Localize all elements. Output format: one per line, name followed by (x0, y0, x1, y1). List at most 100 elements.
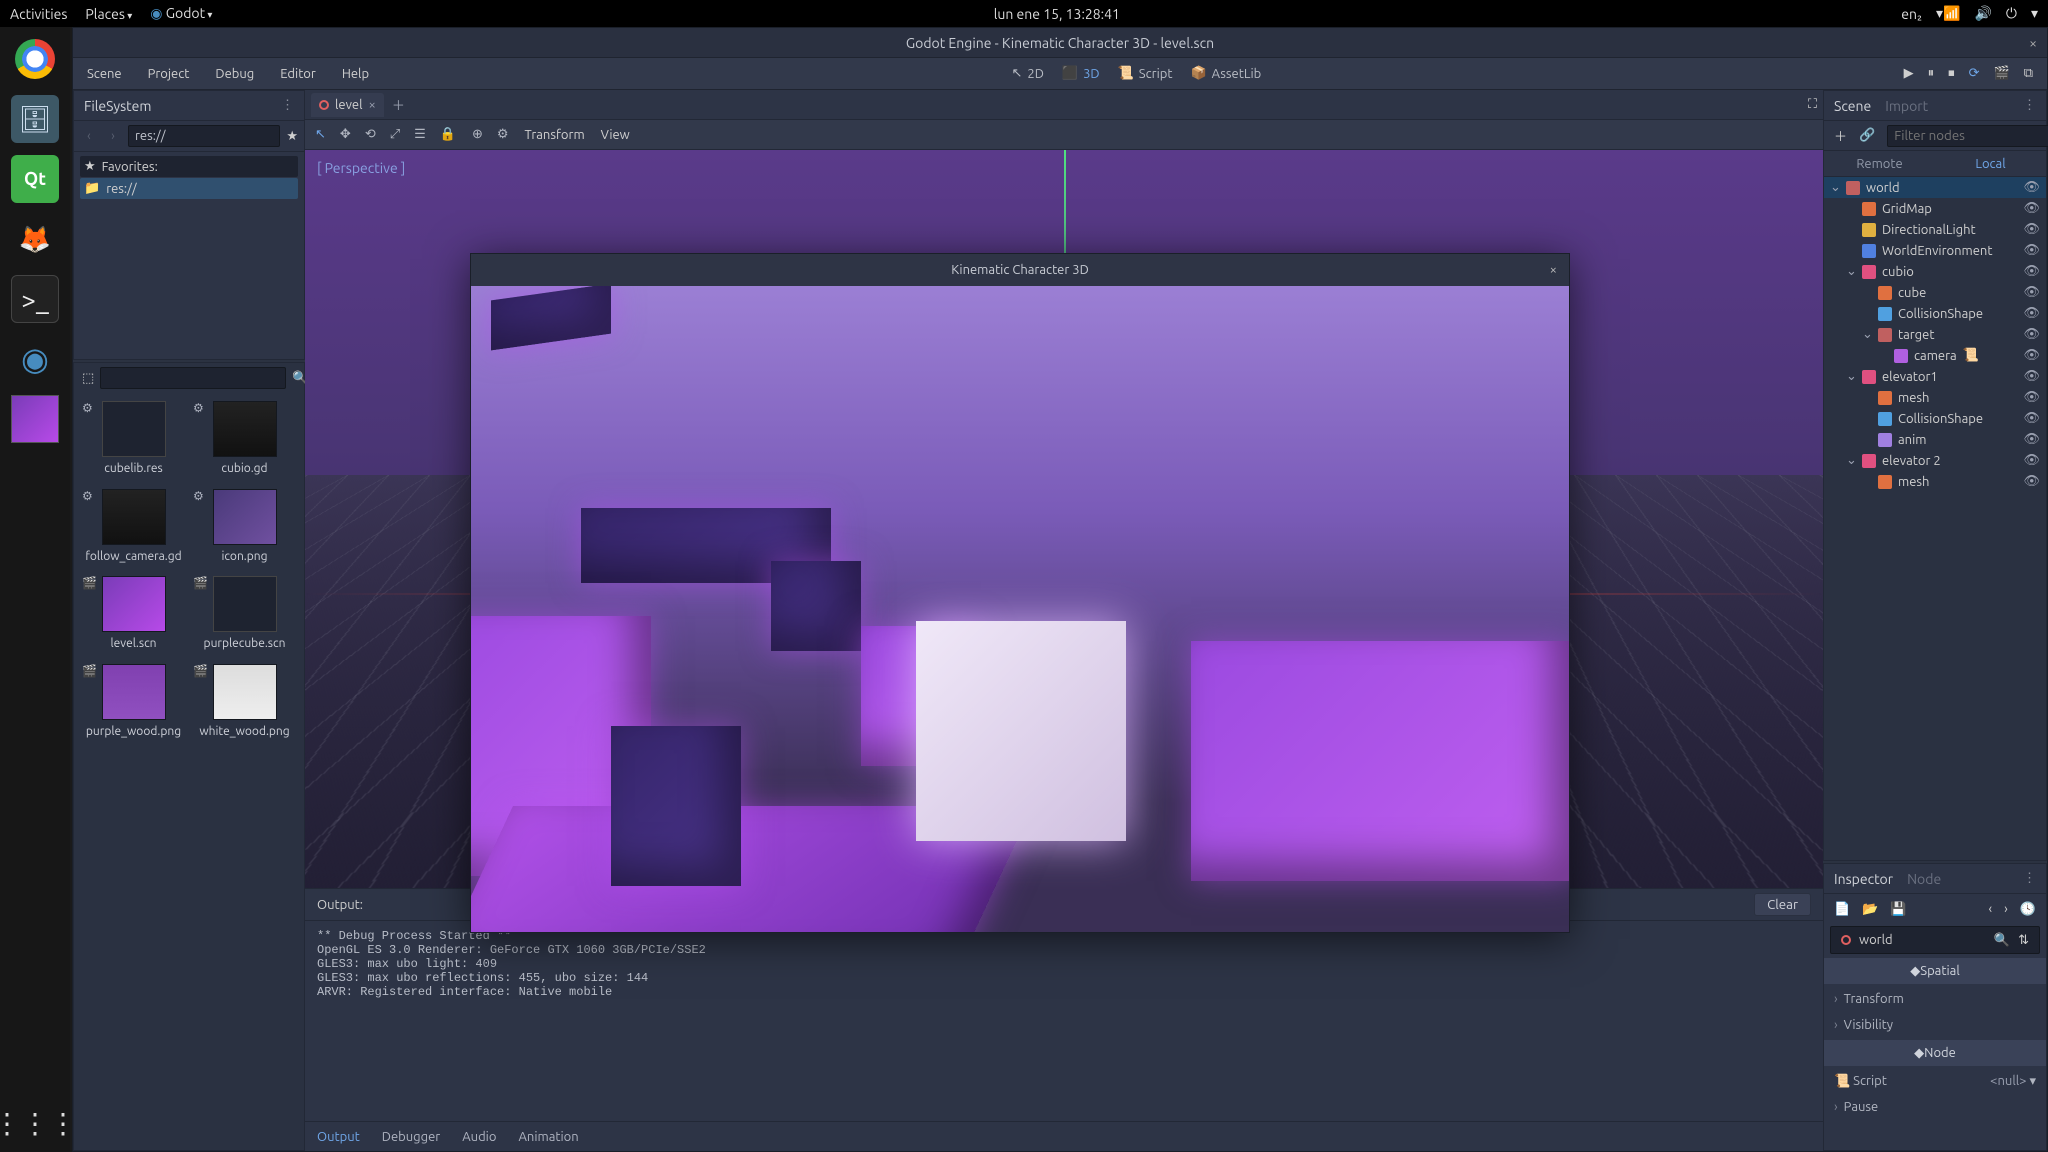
filter-nodes-input[interactable] (1887, 125, 2048, 147)
insp-props[interactable]: ⇅ (2018, 933, 2029, 948)
tree-node[interactable]: DirectionalLight👁 (1824, 219, 2046, 240)
pause-button[interactable]: ⏸ (1928, 66, 1935, 81)
game-preview-window[interactable]: Kinematic Character 3D × (470, 253, 1570, 933)
view-menu[interactable]: View (601, 128, 630, 142)
move-tool[interactable]: ✥ (340, 127, 351, 142)
lang-indicator[interactable]: en₂ (1901, 6, 1922, 22)
stop-button[interactable]: ⏹ (1948, 66, 1955, 81)
prop-pause[interactable]: ›Pause (1824, 1094, 2046, 1120)
prop-script[interactable]: 📜 Script<null> ▾ (1824, 1068, 2046, 1094)
fs-forward-button[interactable]: › (104, 129, 122, 143)
scene-tab-level[interactable]: level × (311, 93, 384, 117)
power-icon[interactable]: ⏻ (2006, 5, 2017, 22)
tree-node[interactable]: WorldEnvironment👁 (1824, 240, 2046, 261)
qt-launcher[interactable]: Qt (11, 155, 59, 203)
file-item[interactable]: ⚙icon.png (193, 489, 296, 565)
transform-menu[interactable]: Transform (525, 128, 585, 142)
import-dock-tab[interactable]: Import (1885, 98, 1928, 114)
tree-node[interactable]: ⌄world👁 (1824, 177, 2046, 198)
instance-button[interactable]: 🔗 (1859, 128, 1875, 143)
game-window-close[interactable]: × (1550, 263, 1557, 277)
game-viewport[interactable] (471, 286, 1569, 932)
insp-load-icon[interactable]: 📂 (1862, 902, 1878, 917)
menu-editor[interactable]: Editor (280, 67, 316, 81)
local-tab[interactable]: Local (1935, 157, 2046, 171)
file-item[interactable]: 🎬white_wood.png (193, 664, 296, 740)
snap-tool[interactable]: ⊕ (472, 127, 483, 142)
menu-scene[interactable]: Scene (87, 67, 122, 81)
distraction-free-button[interactable]: ⛶ (1808, 97, 1817, 112)
menu-debug[interactable]: Debug (215, 67, 254, 81)
lock-tool[interactable]: 🔒 (440, 127, 456, 142)
play-custom-button[interactable]: 🎬 (1994, 66, 2010, 81)
scene-tab-close[interactable]: × (368, 98, 375, 112)
file-item[interactable]: ⚙cubio.gd (193, 401, 296, 477)
files-launcher[interactable]: 🗄 (11, 95, 59, 143)
clock[interactable]: lun ene 15, 13:28:41 (212, 6, 1901, 22)
render-button[interactable]: ⧉ (2024, 66, 2033, 81)
tree-node[interactable]: CollisionShape👁 (1824, 408, 2046, 429)
file-item[interactable]: ⚙follow_camera.gd (82, 489, 185, 565)
fs-favorite-button[interactable]: ★ (286, 129, 298, 144)
workspace-script[interactable]: 📜 Script (1118, 66, 1173, 81)
clear-output-button[interactable]: Clear (1754, 893, 1811, 916)
new-scene-tab[interactable]: ＋ (392, 95, 405, 114)
tree-node[interactable]: mesh👁 (1824, 387, 2046, 408)
select-tool[interactable]: ↖ (315, 127, 326, 142)
inspector-menu[interactable]: ⋮ (2023, 871, 2036, 886)
tree-node[interactable]: CollisionShape👁 (1824, 303, 2046, 324)
tab-debugger[interactable]: Debugger (382, 1130, 440, 1144)
prop-transform[interactable]: ›Transform (1824, 986, 2046, 1012)
insp-new-icon[interactable]: 📄 (1834, 902, 1850, 917)
menu-help[interactable]: Help (342, 67, 369, 81)
menu-project[interactable]: Project (148, 67, 190, 81)
file-item[interactable]: 🎬purple_wood.png (82, 664, 185, 740)
insp-save-icon[interactable]: 💾 (1890, 902, 1906, 917)
tree-node[interactable]: ⌄cubio👁 (1824, 261, 2046, 282)
node-tab[interactable]: Node (1907, 871, 1941, 887)
network-icon[interactable]: ▾📶 (1936, 5, 1960, 22)
remote-tab[interactable]: Remote (1824, 157, 1935, 171)
app-menu[interactable]: ◉ Godot (150, 5, 212, 22)
rotate-tool[interactable]: ⟲ (365, 127, 376, 142)
tree-node[interactable]: ⌄elevator1👁 (1824, 366, 2046, 387)
object-name[interactable]: world (1859, 933, 1986, 947)
workspace-2d[interactable]: ↖ 2D (1011, 66, 1043, 81)
snap-config[interactable]: ⚙ (497, 127, 509, 142)
tree-node[interactable]: camera📜👁 (1824, 345, 2046, 366)
file-item[interactable]: ⚙cubelib.res (82, 401, 185, 477)
workspace-assetlib[interactable]: 📦 AssetLib (1190, 66, 1261, 81)
fs-tree-toggle[interactable]: ⬚ (82, 371, 94, 386)
inspector-tab[interactable]: Inspector (1834, 871, 1893, 887)
prop-visibility[interactable]: ›Visibility (1824, 1012, 2046, 1038)
godot-launcher[interactable]: ◉ (11, 335, 59, 383)
tab-output[interactable]: Output (317, 1130, 360, 1144)
system-menu[interactable]: ▾ (2031, 5, 2038, 22)
perspective-label[interactable]: [ Perspective ] (317, 160, 405, 176)
tab-audio[interactable]: Audio (462, 1130, 496, 1144)
terminal-launcher[interactable]: >_ (11, 275, 59, 323)
scene-dock-menu[interactable]: ⋮ (2023, 98, 2036, 113)
window-close-button[interactable]: × (2029, 35, 2037, 51)
filesystem-tab[interactable]: FileSystem (84, 98, 151, 114)
show-apps-button[interactable]: ⋮⋮⋮ (0, 1107, 77, 1140)
play-scene-button[interactable]: ⟳ (1969, 66, 1980, 81)
file-item[interactable]: 🎬level.scn (82, 576, 185, 652)
tab-animation[interactable]: Animation (518, 1130, 578, 1144)
tree-node[interactable]: mesh👁 (1824, 471, 2046, 492)
volume-icon[interactable]: 🔊 (1974, 5, 1991, 22)
fs-favorites[interactable]: ★Favorites: (80, 156, 298, 177)
tree-node[interactable]: ⌄elevator 2👁 (1824, 450, 2046, 471)
places-menu[interactable]: Places (85, 6, 132, 22)
play-button[interactable]: ▶ (1904, 66, 1914, 81)
fs-back-button[interactable]: ‹ (80, 129, 98, 143)
fs-path-input[interactable]: res:// (128, 125, 280, 147)
fs-res-root[interactable]: 📁res:// (80, 178, 298, 199)
insp-search[interactable]: 🔍 (1994, 933, 2010, 948)
file-item[interactable]: 🎬purplecube.scn (193, 576, 296, 652)
scene-dock-tab[interactable]: Scene (1834, 98, 1871, 114)
insp-back[interactable]: ‹ (1989, 902, 1993, 916)
workspace-3d[interactable]: ⬛ 3D (1062, 66, 1100, 81)
filesystem-menu[interactable]: ⋮ (281, 98, 294, 113)
scale-tool[interactable]: ⤢ (390, 127, 400, 142)
